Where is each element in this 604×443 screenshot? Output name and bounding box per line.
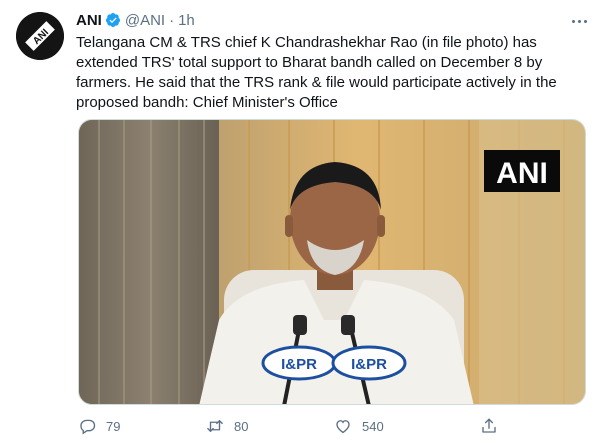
more-dot-icon — [577, 19, 581, 23]
tweet-header: ANI @ANI · 1h — [76, 10, 195, 30]
mic-label-right: I&PR — [351, 356, 387, 373]
heart-icon — [336, 420, 350, 434]
retweet-button[interactable]: 80 — [206, 414, 248, 438]
ani-logo-icon: ANI — [16, 12, 64, 60]
like-button[interactable]: 540 — [334, 414, 384, 438]
retweet-count: 80 — [234, 418, 249, 434]
more-dot-icon — [571, 19, 575, 23]
more-options-button[interactable] — [568, 12, 590, 30]
like-count: 540 — [362, 418, 384, 434]
tweet-card[interactable]: ANI ANI @ANI · 1h Telangana CM & TRS chi… — [0, 0, 604, 443]
author-avatar[interactable]: ANI — [16, 12, 64, 60]
mic-label-left: I&PR — [281, 356, 317, 373]
tweet-actions: 79 80 540 — [78, 414, 588, 438]
share-icon — [482, 418, 496, 433]
ani-watermark: ANI — [496, 157, 548, 190]
share-button[interactable] — [480, 414, 508, 438]
author-handle[interactable]: @ANI — [125, 12, 165, 29]
author-name[interactable]: ANI — [76, 12, 102, 29]
reply-icon — [80, 419, 96, 435]
retweet-icon — [207, 420, 223, 432]
tweet-timestamp[interactable]: 1h — [178, 12, 195, 29]
more-dot-icon — [583, 19, 587, 23]
tweet-photo[interactable]: I&PR I&PR ANI — [78, 119, 586, 405]
separator-dot: · — [169, 11, 175, 29]
tweet-text: Telangana CM & TRS chief K Chandrashekha… — [76, 34, 557, 111]
reply-button[interactable]: 79 — [78, 414, 120, 438]
reply-count: 79 — [106, 418, 121, 434]
press-photo-image: I&PR I&PR ANI — [79, 120, 585, 404]
verified-badge-icon — [105, 13, 120, 27]
